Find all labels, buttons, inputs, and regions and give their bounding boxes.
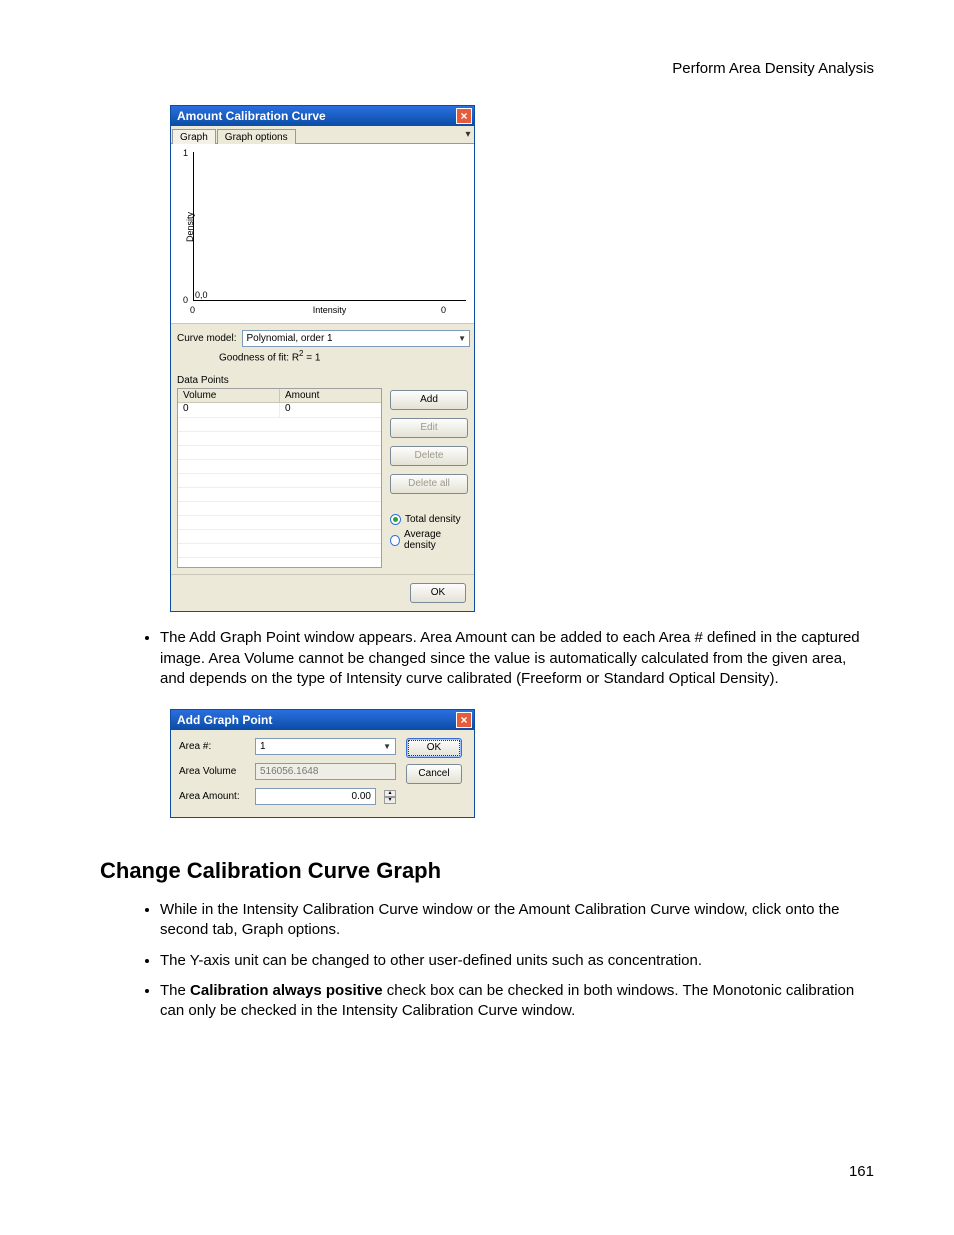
- curve-model-label: Curve model:: [177, 333, 236, 344]
- area-amount-label: Area Amount:: [179, 791, 249, 802]
- x-axis-label: Intensity: [193, 305, 466, 315]
- col-volume[interactable]: Volume: [178, 389, 280, 402]
- area-number-label: Area #:: [179, 741, 249, 752]
- x-axis: [193, 300, 466, 301]
- area-number-value: 1: [260, 741, 266, 752]
- tab-graph-options[interactable]: Graph options: [217, 129, 296, 144]
- titlebar[interactable]: Add Graph Point ×: [171, 710, 474, 730]
- list-item: The Y-axis unit can be changed to other …: [160, 951, 874, 971]
- y-tick-max: 1: [183, 148, 188, 158]
- x-tick-max: 0: [441, 305, 446, 315]
- area-amount-value: 0.00: [352, 791, 371, 802]
- cell-amount: 0: [280, 403, 381, 417]
- delete-all-button[interactable]: Delete all: [390, 474, 468, 494]
- y-axis-label: Density: [185, 211, 195, 241]
- chart-area: 1 0 0,0 0 Intensity 0 Density: [171, 144, 474, 324]
- window-title: Amount Calibration Curve: [177, 109, 326, 123]
- ok-button[interactable]: OK: [410, 583, 466, 603]
- data-points-label: Data Points: [177, 375, 468, 386]
- edit-button[interactable]: Edit: [390, 418, 468, 438]
- page-header: Perform Area Density Analysis: [100, 60, 874, 77]
- body-paragraph: The Add Graph Point window appears. Area…: [160, 628, 874, 689]
- radio-average-density[interactable]: Average density: [390, 529, 468, 551]
- area-number-select[interactable]: 1 ▼: [255, 738, 396, 755]
- chevron-down-icon: ▼: [383, 742, 391, 751]
- add-button[interactable]: Add: [390, 390, 468, 410]
- titlebar[interactable]: Amount Calibration Curve ×: [171, 106, 474, 126]
- area-amount-field[interactable]: 0.00: [255, 788, 376, 805]
- area-volume-label: Area Volume: [179, 766, 249, 777]
- origin-label: 0,0: [195, 290, 208, 300]
- add-graph-point-window: Add Graph Point × Area #: 1 ▼ Area Volum…: [170, 709, 475, 818]
- y-tick-min: 0: [183, 295, 188, 305]
- radio-off-icon: [390, 535, 400, 546]
- radio-on-icon: [390, 514, 401, 525]
- window-title: Add Graph Point: [177, 713, 272, 727]
- spin-down-icon[interactable]: ▾: [384, 797, 396, 804]
- area-volume-field: 516056.1648: [255, 763, 396, 780]
- col-amount[interactable]: Amount: [280, 389, 381, 402]
- table-row[interactable]: 0 0: [178, 403, 381, 418]
- list-item: While in the Intensity Calibration Curve…: [160, 900, 874, 941]
- close-icon[interactable]: ×: [456, 108, 472, 124]
- radio-total-density[interactable]: Total density: [390, 514, 468, 525]
- page-number: 161: [849, 1163, 874, 1180]
- curve-model-value: Polynomial, order 1: [246, 333, 332, 344]
- radio-average-label: Average density: [404, 529, 468, 551]
- ok-button[interactable]: OK: [406, 738, 462, 758]
- radio-total-label: Total density: [405, 514, 461, 525]
- tabs-menu-icon[interactable]: ▾: [462, 129, 474, 143]
- cell-volume: 0: [178, 403, 280, 417]
- data-points-table[interactable]: Volume Amount 0 0: [177, 388, 382, 568]
- delete-button[interactable]: Delete: [390, 446, 468, 466]
- cancel-button[interactable]: Cancel: [406, 764, 462, 784]
- goodness-of-fit: Goodness of fit: R2 = 1: [171, 349, 474, 371]
- amount-spinner[interactable]: ▴ ▾: [384, 790, 396, 804]
- curve-model-select[interactable]: Polynomial, order 1 ▼: [242, 330, 470, 347]
- section-heading: Change Calibration Curve Graph: [100, 858, 874, 884]
- chevron-down-icon: ▼: [458, 334, 466, 343]
- amount-calibration-window: Amount Calibration Curve × Graph Graph o…: [170, 105, 475, 612]
- tab-graph[interactable]: Graph: [172, 129, 216, 144]
- close-icon[interactable]: ×: [456, 712, 472, 728]
- list-item: The Calibration always positive check bo…: [160, 981, 874, 1022]
- spin-up-icon[interactable]: ▴: [384, 790, 396, 797]
- area-volume-value: 516056.1648: [260, 766, 318, 777]
